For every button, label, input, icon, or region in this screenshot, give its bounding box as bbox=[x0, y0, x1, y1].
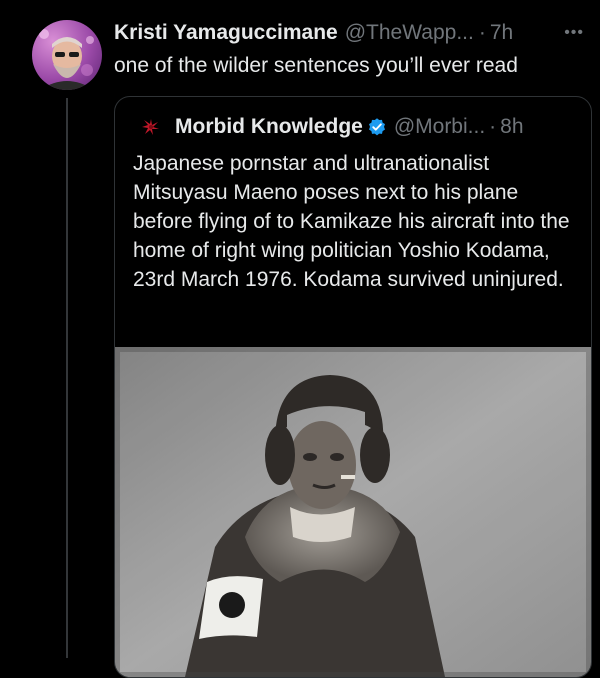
thread-connector-line bbox=[66, 98, 68, 658]
quoted-meta-separator: · bbox=[489, 115, 497, 138]
pilot-photo-image bbox=[115, 342, 591, 677]
quoted-tweet-text: Japanese pornstar and ultranationalist M… bbox=[133, 152, 570, 291]
morbid-knowledge-logo-icon bbox=[140, 116, 162, 138]
avatar-portrait-icon bbox=[39, 29, 94, 90]
quoted-author-handle[interactable]: @Morbi... bbox=[394, 115, 485, 139]
author-avatar[interactable] bbox=[32, 20, 102, 90]
more-horizontal-icon[interactable]: ••• bbox=[558, 24, 590, 42]
tweet-text: one of the wilder sentences you’ll ever … bbox=[114, 54, 518, 77]
verified-badge-icon bbox=[367, 117, 387, 137]
quoted-tweet-header: Morbid Knowledge @Morbi... · 8h bbox=[139, 111, 524, 143]
quoted-tweet-photo[interactable] bbox=[115, 342, 591, 677]
tweet-timestamp[interactable]: 7h bbox=[490, 21, 513, 45]
tweet-header: Kristi Yamaguccimane @TheWapp... · 7h ••… bbox=[114, 16, 590, 50]
meta-separator: · bbox=[478, 21, 486, 44]
quoted-tweet-card[interactable]: Morbid Knowledge @Morbi... · 8h Japanese… bbox=[114, 96, 592, 678]
quoted-author-name[interactable]: Morbid Knowledge bbox=[175, 115, 363, 139]
author-name[interactable]: Kristi Yamaguccimane bbox=[114, 21, 338, 45]
author-handle[interactable]: @TheWapp... bbox=[345, 21, 474, 45]
quoted-tweet-timestamp[interactable]: 8h bbox=[500, 115, 523, 139]
